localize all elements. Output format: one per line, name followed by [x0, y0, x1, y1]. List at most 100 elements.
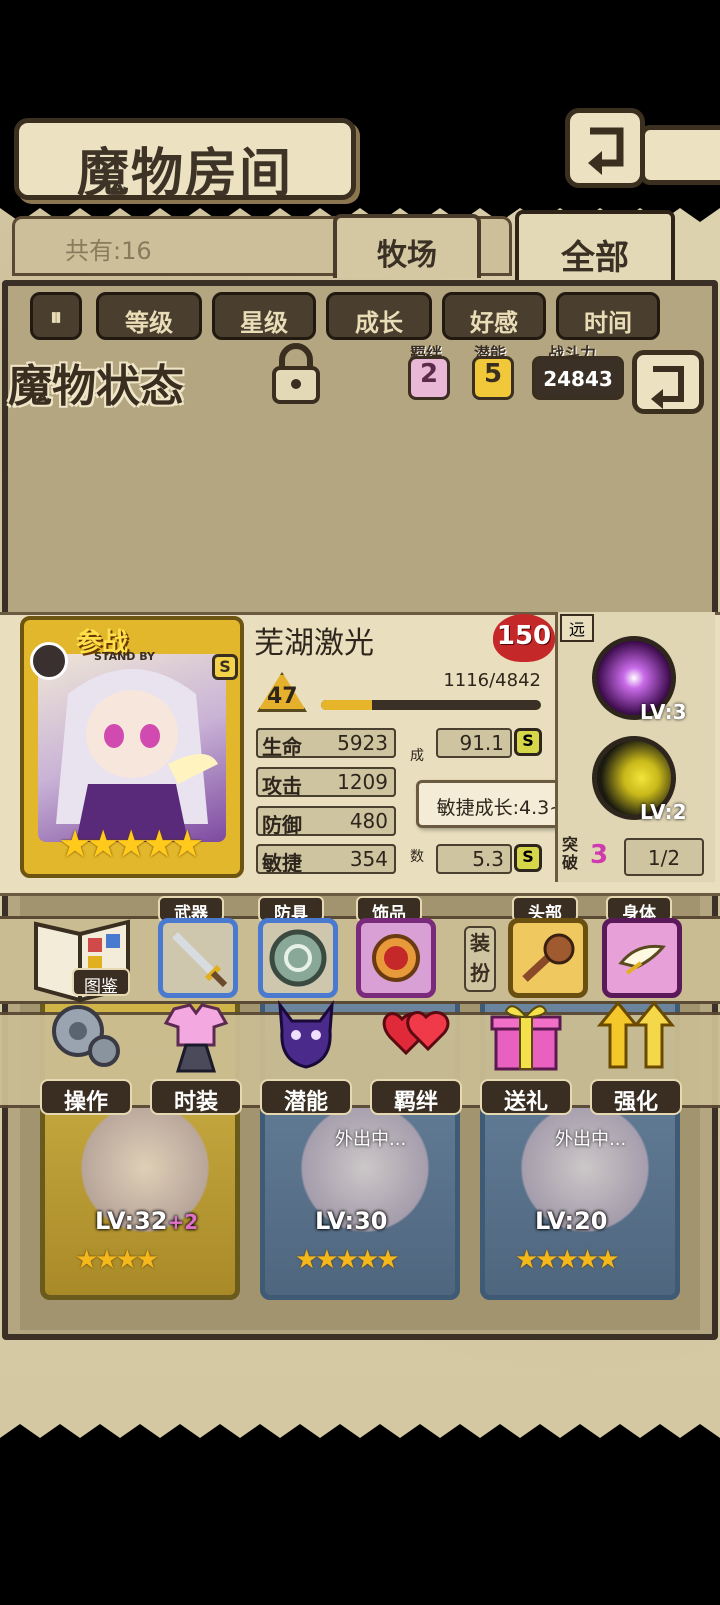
stat-value: 5923: [337, 731, 388, 755]
clothes-icon: [163, 1003, 229, 1073]
break-label: 突破: [562, 835, 579, 872]
lock-icon[interactable]: [270, 342, 322, 406]
stat-row-agility: 敏捷 354: [256, 844, 396, 875]
back-button[interactable]: [565, 108, 645, 188]
monster-portrait: [38, 654, 226, 842]
action-enhance-button[interactable]: 强化: [586, 995, 686, 1135]
action-label: 羁绊: [370, 1079, 462, 1115]
sort-order-icon: ⏸: [50, 303, 62, 331]
exp-bar-fill: [321, 700, 372, 710]
action-potential-button[interactable]: 潜能: [256, 995, 356, 1135]
status-section-title: 魔物状态: [8, 361, 184, 412]
stat-row-hp: 生命 5923: [256, 728, 396, 759]
equip-slot-armor[interactable]: [258, 918, 338, 998]
break-value: 3: [590, 840, 609, 870]
equip-slot-weapon[interactable]: [158, 918, 238, 998]
growth-label-char: 数: [410, 849, 424, 865]
equip-slot-head[interactable]: [508, 918, 588, 998]
card-stars: ★★★★★: [515, 1245, 620, 1275]
equip-slot-body[interactable]: [602, 918, 682, 998]
exp-bar: [321, 700, 541, 710]
action-label: 操作: [40, 1079, 132, 1115]
status-back-button[interactable]: [632, 350, 704, 414]
level-value: 47: [267, 684, 298, 709]
encyclopedia-label: 图鉴: [72, 968, 130, 997]
amulet-icon: [372, 934, 420, 982]
card-stars: ★★★★: [75, 1245, 159, 1275]
exp-text: 1116/4842: [443, 670, 541, 691]
rank-icon: [30, 642, 68, 680]
potential-count[interactable]: 5: [472, 356, 514, 400]
hearts-icon: [382, 1010, 450, 1056]
sort-bar: ⏸ 等级 星级 成长 好感 时间: [30, 292, 680, 342]
action-label: 强化: [590, 1079, 682, 1115]
sort-by-growth[interactable]: 成长: [326, 292, 432, 340]
stat-name: 攻击: [262, 774, 302, 798]
sort-by-affection[interactable]: 好感: [442, 292, 546, 340]
head-item-icon: [522, 933, 575, 982]
back-button-tail: [640, 125, 720, 185]
limit-break: 突破 3 1/2: [562, 836, 712, 880]
bond-count[interactable]: 2: [408, 356, 450, 400]
growth-grade-hp: S: [514, 728, 542, 756]
gear-icon: [52, 1005, 120, 1067]
stat-name: 生命: [262, 735, 302, 759]
stat-value: 1209: [337, 770, 388, 794]
sort-by-level[interactable]: 等级: [96, 292, 202, 340]
shield-icon: [269, 929, 327, 987]
card-level: LV:32+2: [95, 1207, 198, 1235]
range-tag: 远: [560, 614, 594, 642]
return-arrow-icon: [651, 366, 684, 409]
tab-all[interactable]: 全部: [515, 210, 675, 284]
skill-1-level: LV:3: [640, 700, 687, 724]
action-bond-button[interactable]: 羁绊: [366, 995, 466, 1135]
return-arrow-icon: [588, 127, 624, 175]
page-title-plate: 魔物房间: [14, 118, 356, 204]
sort-by-stars[interactable]: 星级: [212, 292, 316, 340]
card-stars: ★★★★★: [295, 1245, 400, 1275]
equip-slot-accessory[interactable]: [356, 918, 436, 998]
sort-order-toggle[interactable]: ⏸: [30, 292, 82, 340]
stat-row-defense: 防御 480: [256, 806, 396, 837]
sword-icon: [172, 932, 228, 988]
action-gift-button[interactable]: 送礼: [476, 995, 576, 1135]
action-fashion-button[interactable]: 时装: [146, 995, 246, 1135]
experience-row: 47 1116/4842: [255, 670, 545, 712]
action-label: 送礼: [480, 1079, 572, 1115]
stat-name: 敏捷: [262, 851, 302, 875]
level-cap-badge: 150: [493, 614, 555, 662]
card-level-value: LV:20: [535, 1207, 608, 1235]
standby-sublabel: STAND BY: [94, 650, 155, 663]
monster-name: 芜湖激光: [254, 626, 374, 661]
body-item-icon: [618, 944, 666, 975]
break-progress: 1/2: [624, 838, 704, 876]
growth-value-hp[interactable]: 91.1: [436, 728, 512, 758]
stat-value: 354: [349, 847, 388, 871]
sort-by-time[interactable]: 时间: [556, 292, 660, 340]
monster-name-bar: 芜湖激光 150: [248, 612, 555, 662]
card-level-value: LV:30: [315, 1207, 388, 1235]
page-title: 魔物房间: [76, 143, 293, 204]
torn-edge-bottom: [0, 1424, 720, 1448]
growth-grade-agility: S: [514, 844, 542, 872]
tab-ranch[interactable]: 牧场: [333, 214, 481, 278]
star-rating: ★★★★★: [58, 822, 204, 866]
monster-portrait-card[interactable]: 参战 STAND BY S ★★★★★: [20, 616, 244, 878]
card-level-value: LV:32: [95, 1207, 168, 1235]
demon-icon: [278, 999, 334, 1069]
gift-icon: [490, 1005, 562, 1071]
stat-name: 防御: [262, 813, 302, 837]
action-label: 潜能: [260, 1079, 352, 1115]
upgrade-arrows-icon: [596, 1000, 676, 1069]
outfit-tag: 装扮: [464, 926, 496, 992]
card-level-bonus: +2: [167, 1210, 199, 1234]
growth-value-agility[interactable]: 5.3: [436, 844, 512, 874]
stat-value: 480: [349, 809, 388, 833]
action-label: 时装: [150, 1079, 242, 1115]
grade-badge: S: [212, 654, 238, 680]
monster-character-art: [56, 669, 218, 842]
stat-row-attack: 攻击 1209: [256, 767, 396, 798]
power-value: 24843: [532, 356, 624, 400]
action-controls-button[interactable]: 操作: [36, 995, 136, 1135]
monster-count: 共有:16: [65, 237, 152, 265]
